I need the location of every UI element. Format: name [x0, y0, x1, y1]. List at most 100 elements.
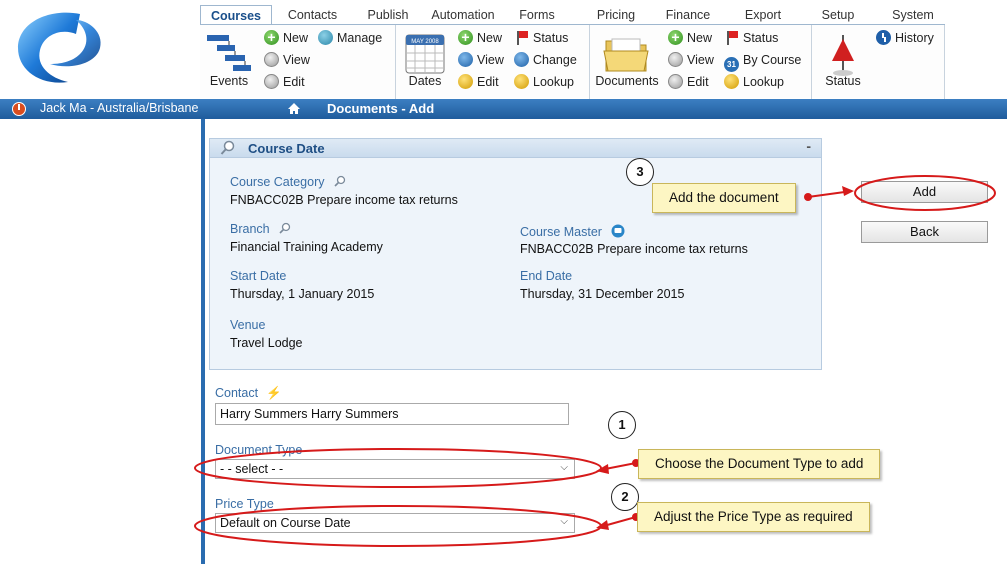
dates-lookup-label: Lookup	[533, 75, 575, 89]
tab-courses[interactable]: Courses	[200, 5, 272, 26]
user-location: Jack Ma - Australia/Brisbane	[40, 101, 199, 115]
start-date-value: Thursday, 1 January 2015	[230, 287, 375, 301]
documents-edit-label: Edit	[687, 75, 709, 89]
status-bar: Jack Ma - Australia/Brisbane Documents -…	[0, 99, 1007, 119]
flag-icon	[514, 30, 529, 45]
red-flag-icon	[832, 35, 854, 76]
lookup-magnifier-icon[interactable]	[334, 175, 346, 187]
document-type-select[interactable]: - - select - - ⌵	[215, 459, 575, 479]
price-type-select[interactable]: Default on Course Date ⌵	[215, 513, 575, 533]
events-view-button[interactable]: View	[264, 51, 310, 69]
lookup-magnifier-icon[interactable]	[279, 222, 291, 234]
tab-forms[interactable]: Forms	[514, 5, 560, 25]
panel-title: Course Date	[248, 141, 325, 156]
events-manage-label: Manage	[337, 31, 383, 45]
add-button[interactable]: Add	[861, 181, 988, 203]
clock-icon	[876, 30, 891, 45]
flag-icon	[724, 30, 739, 45]
dates-new-label: New	[477, 31, 503, 45]
dates-status-button[interactable]: Status	[514, 29, 568, 47]
pencil-icon	[264, 74, 279, 89]
collapse-icon[interactable]: -	[806, 138, 811, 154]
search-icon	[220, 140, 235, 155]
tab-contacts[interactable]: Contacts	[280, 5, 345, 25]
folder-icon	[603, 38, 649, 72]
tab-pricing[interactable]: Pricing	[590, 5, 642, 25]
tab-publish[interactable]: Publish	[360, 5, 416, 25]
dates-change-label: Change	[533, 53, 577, 67]
calendar-day-icon: 31	[724, 57, 739, 72]
document-type-selected: - - select - -	[220, 462, 284, 476]
contact-label: Contact ⚡	[215, 386, 282, 400]
history-label: History	[895, 31, 934, 45]
ribbon-group-events: Events New Manage View Edit	[200, 25, 396, 99]
step-1-badge: 1	[608, 411, 636, 439]
contact-input[interactable]	[215, 403, 569, 425]
dates-button[interactable]: MAY 2008 Dates	[400, 31, 450, 88]
key-icon	[724, 74, 739, 89]
documents-view-button[interactable]: View	[668, 51, 714, 69]
branch-label: Branch	[230, 222, 291, 236]
dates-edit-button[interactable]: Edit	[458, 73, 499, 91]
price-type-label: Price Type	[215, 497, 274, 511]
panel-header: Course Date -	[210, 138, 821, 158]
dates-view-button[interactable]: View	[458, 51, 504, 69]
events-edit-label: Edit	[283, 75, 305, 89]
dates-change-button[interactable]: Change	[514, 51, 577, 69]
end-date-label: End Date	[520, 269, 573, 283]
history-button[interactable]: History	[876, 29, 934, 47]
events-manage-button[interactable]: Manage	[318, 29, 382, 47]
step-3-callout: Add the document	[652, 183, 796, 213]
add-icon	[668, 28, 683, 46]
magnifier-icon	[668, 52, 683, 67]
documents-status-label: Status	[743, 31, 779, 45]
dates-new-button[interactable]: New	[458, 28, 503, 47]
tab-automation[interactable]: Automation	[428, 5, 498, 25]
back-button[interactable]: Back	[861, 221, 988, 243]
power-icon[interactable]	[12, 102, 26, 116]
home-icon[interactable]	[287, 102, 301, 115]
chat-bubble-icon[interactable]	[611, 224, 625, 238]
documents-lookup-button[interactable]: Lookup	[724, 73, 784, 91]
documents-by-course-label: By Course	[743, 53, 802, 67]
events-new-label: New	[283, 31, 309, 45]
tab-system[interactable]: System	[888, 5, 938, 25]
tab-export[interactable]: Export	[740, 5, 786, 25]
lightning-icon: ⚡	[266, 386, 282, 400]
ribbon-group-dates: MAY 2008 Dates New Status View Change Ed…	[396, 25, 590, 99]
documents-by-course-button[interactable]: 31 By Course	[724, 51, 802, 72]
events-edit-button[interactable]: Edit	[264, 73, 305, 91]
magnifier-icon	[458, 52, 473, 67]
documents-status-button[interactable]: Status	[724, 29, 778, 47]
calendar-icon: MAY 2008	[405, 34, 445, 74]
status-button[interactable]: Status	[818, 31, 868, 88]
documents-button[interactable]: Documents	[594, 31, 660, 88]
step-2-badge: 2	[611, 483, 639, 511]
start-date-label: Start Date	[230, 269, 287, 283]
status-label: Status	[825, 74, 861, 88]
add-icon	[458, 28, 473, 46]
branch-value: Financial Training Academy	[230, 240, 383, 254]
documents-new-button[interactable]: New	[668, 28, 713, 47]
events-new-button[interactable]: New	[264, 28, 309, 47]
pointer-arrow-2	[596, 520, 609, 530]
venue-label: Venue	[230, 318, 266, 332]
document-type-label: Document Type	[215, 443, 303, 457]
course-master-label: Course Master	[520, 224, 625, 239]
documents-edit-button[interactable]: Edit	[668, 73, 709, 91]
dates-lookup-button[interactable]: Lookup	[514, 73, 574, 91]
ribbon-group-status: Status History	[812, 25, 945, 99]
price-type-selected: Default on Course Date	[220, 516, 351, 530]
app-logo	[18, 12, 101, 83]
pointer-line-1	[599, 462, 637, 471]
tab-setup[interactable]: Setup	[818, 5, 858, 25]
key-icon	[514, 74, 529, 89]
documents-new-label: New	[687, 31, 713, 45]
pointer-arrow-1	[596, 464, 609, 474]
course-master-value: FNBACC02B Prepare income tax returns	[520, 242, 748, 256]
page-title: Documents - Add	[327, 101, 435, 116]
events-label: Events	[209, 74, 249, 88]
dates-view-label: View	[477, 53, 504, 67]
events-button[interactable]: Events	[204, 31, 254, 88]
tab-finance[interactable]: Finance	[662, 5, 714, 25]
